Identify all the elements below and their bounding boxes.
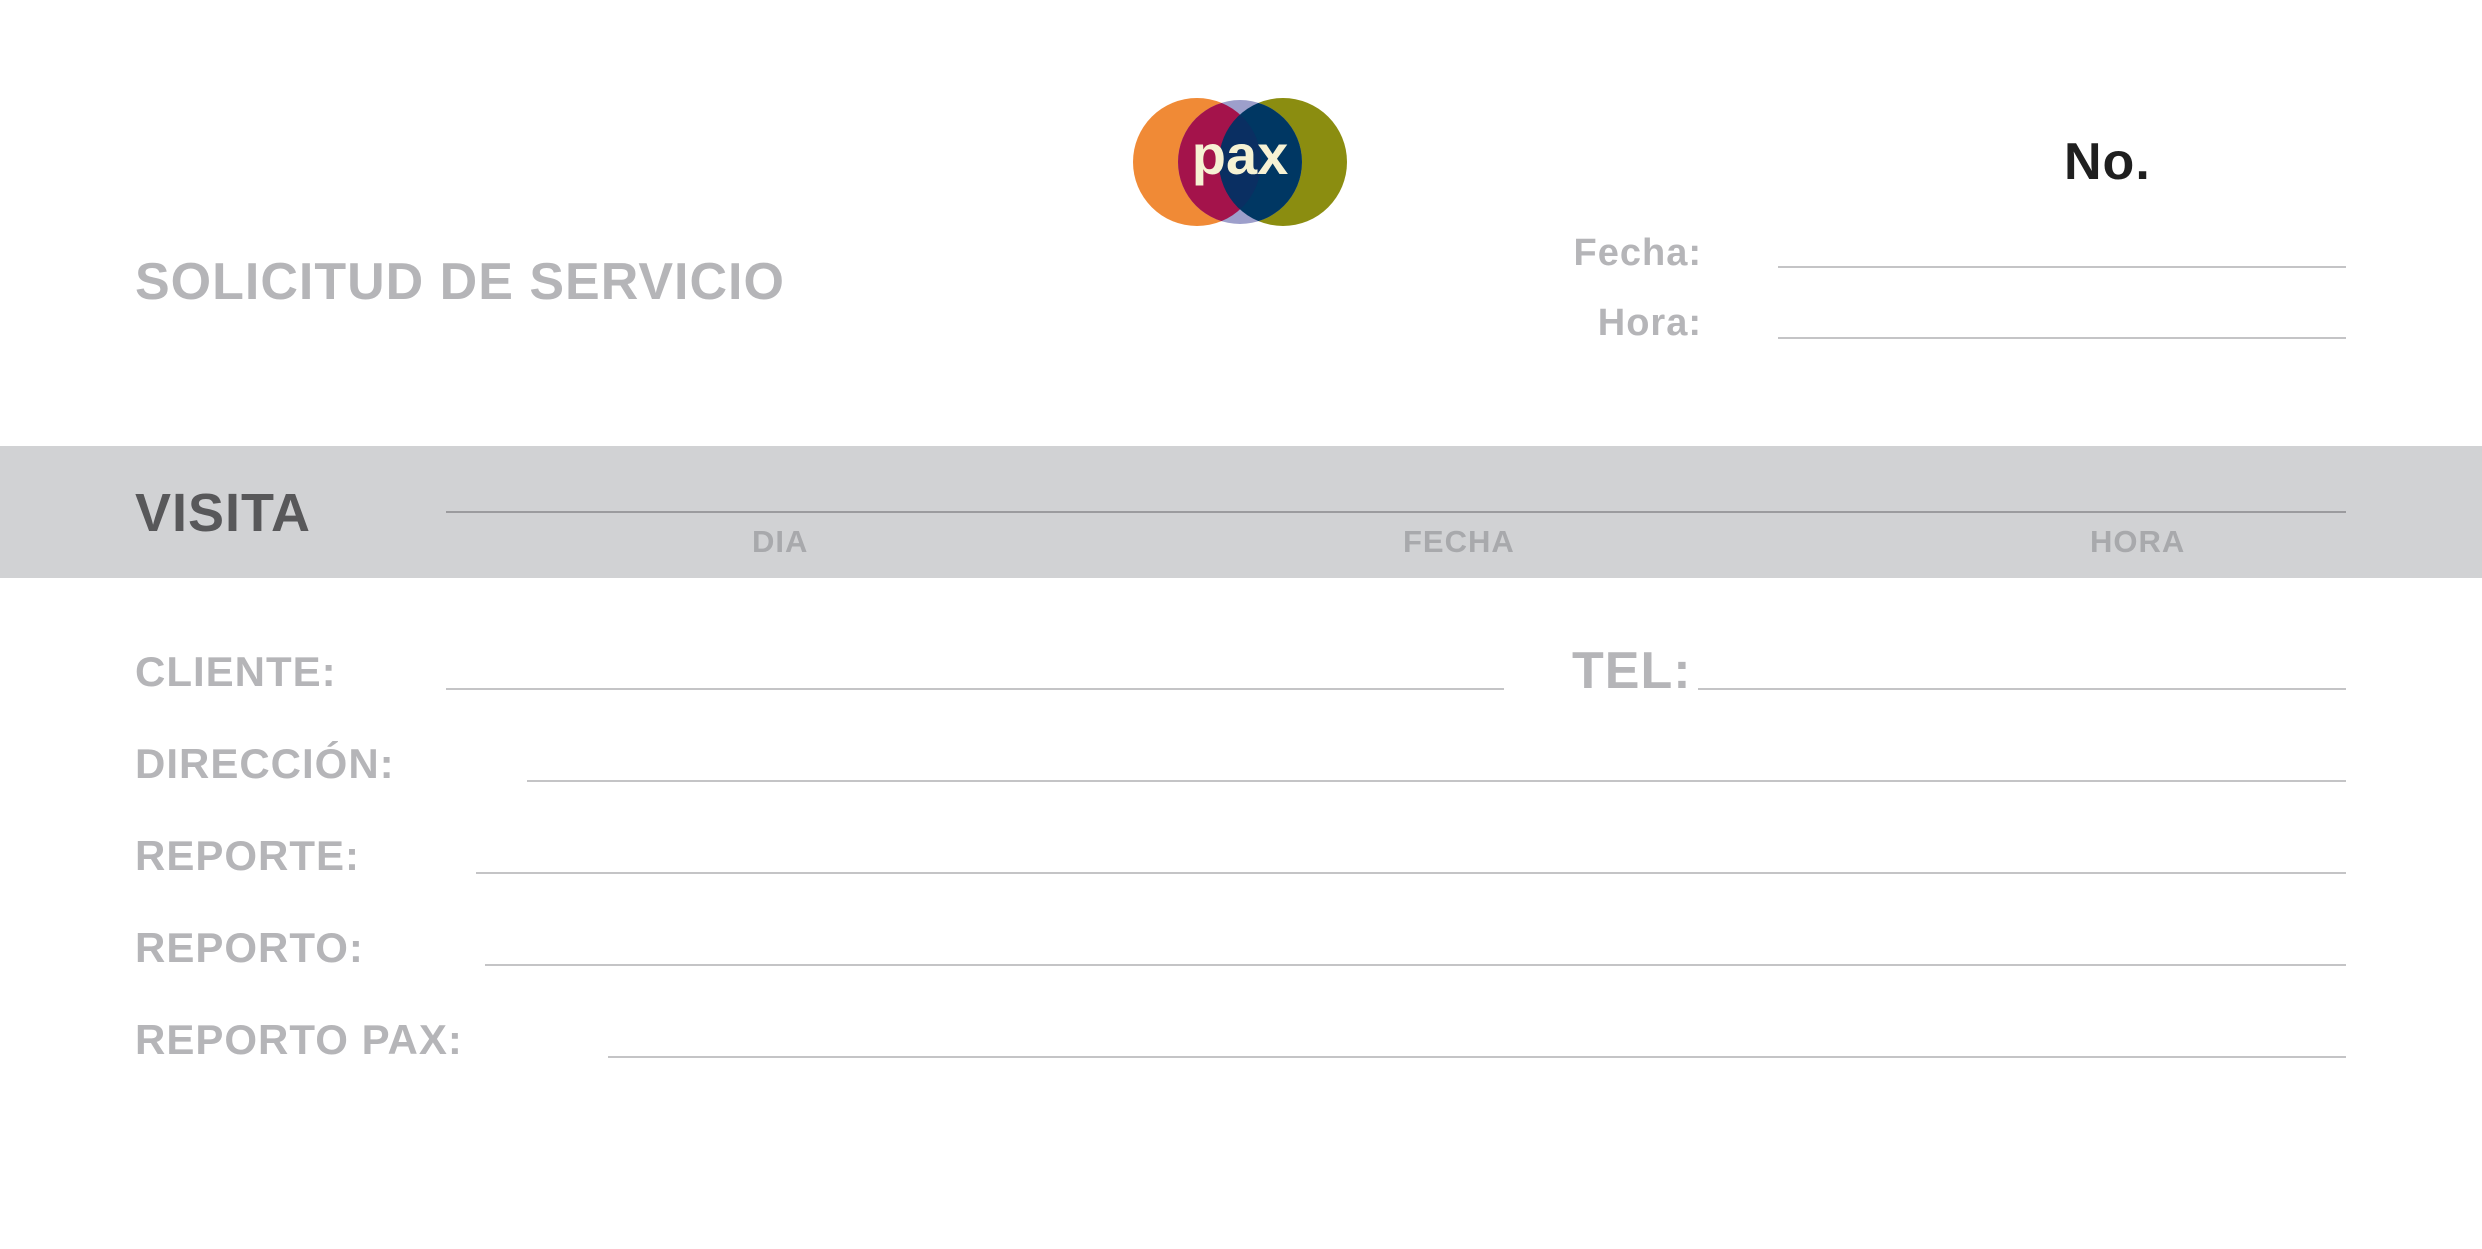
number-label: No. [2064,133,2151,191]
visita-hora-label: HORA [2090,524,2186,559]
reporto-pax-field-line[interactable] [608,1056,2346,1058]
visita-label: VISITA [135,483,312,543]
visita-fecha-label: FECHA [1403,524,1515,559]
cliente-label: CLIENTE: [135,648,337,695]
fecha-field-line[interactable] [1778,266,2346,268]
hora-label: Hora: [1597,302,1702,344]
direccion-field-line[interactable] [527,780,2346,782]
visita-field-line[interactable] [446,511,2346,513]
reporte-field-line[interactable] [476,872,2346,874]
tel-field-line[interactable] [1698,688,2346,690]
reporto-pax-label: REPORTO PAX: [135,1016,463,1063]
logo-text: pax [1192,123,1289,186]
hora-field-line[interactable] [1778,337,2346,339]
visita-dia-label: DIA [752,524,809,559]
reporto-field-line[interactable] [485,964,2346,966]
reporto-label: REPORTO: [135,924,364,971]
cliente-field-line[interactable] [446,688,1504,690]
page-title: SOLICITUD DE SERVICIO [135,253,785,311]
fecha-label: Fecha: [1573,232,1702,274]
reporte-label: REPORTE: [135,832,361,879]
tel-label: TEL: [1572,642,1692,700]
pax-logo: pax [1133,98,1347,226]
direccion-label: DIRECCIÓN: [135,740,395,787]
